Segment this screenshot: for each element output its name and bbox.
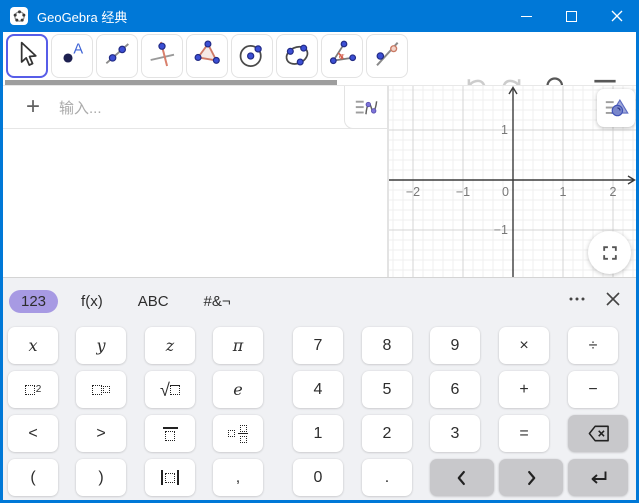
key-3[interactable]: 3	[430, 415, 480, 452]
key-multiply[interactable]: ×	[499, 327, 549, 364]
y-tick-1: 1	[501, 123, 508, 137]
circle-icon	[236, 38, 268, 75]
keyboard-more-button[interactable]	[564, 288, 590, 314]
x-tick--1: −1	[455, 185, 471, 199]
fullscreen-button[interactable]	[588, 231, 631, 274]
key-6[interactable]: 6	[430, 371, 480, 408]
tool-buttons: Aα	[6, 34, 408, 78]
tab-special[interactable]: #&¬	[192, 290, 243, 313]
key-9[interactable]: 9	[430, 327, 480, 364]
perp-icon	[146, 38, 178, 75]
tab-fx[interactable]: f(x)	[69, 290, 115, 313]
close-button[interactable]	[594, 0, 639, 32]
window-title: GeoGebra 经典	[37, 9, 128, 25]
reflect-icon	[371, 38, 403, 75]
key-less-than[interactable]: <	[8, 415, 58, 452]
polygon-tool[interactable]	[186, 34, 228, 78]
key-greater-than[interactable]: >	[76, 415, 126, 452]
key-fraction[interactable]	[145, 415, 195, 452]
conic-tool[interactable]	[276, 34, 318, 78]
key-power[interactable]	[76, 371, 126, 408]
tab-abc[interactable]: ABC	[126, 290, 181, 313]
fullscreen-icon	[602, 245, 617, 260]
close-icon	[611, 10, 622, 22]
algebra-style-icon	[355, 100, 377, 114]
move-icon	[11, 38, 43, 75]
key-z[interactable]: z	[145, 327, 195, 364]
point-tool[interactable]: A	[51, 34, 93, 78]
minimize-icon	[521, 15, 532, 17]
conic-icon	[281, 38, 313, 75]
toolbar: Aα	[3, 32, 636, 100]
key-mixed-number[interactable]	[213, 415, 263, 452]
graphics-style-icon	[605, 98, 629, 116]
x-tick-0: 0	[502, 185, 509, 199]
algebra-view: + 输入...	[3, 86, 389, 277]
x-tick--2: −2	[405, 185, 421, 199]
key-0[interactable]: 0	[293, 459, 343, 496]
angle-tool[interactable]: α	[321, 34, 363, 78]
maximize-button[interactable]	[549, 0, 594, 32]
key-x[interactable]: x	[8, 327, 58, 364]
key-8[interactable]: 8	[362, 327, 412, 364]
key-open-paren[interactable]: (	[8, 459, 58, 496]
y-tick--1: −1	[493, 223, 508, 237]
graphics-view[interactable]: −2 −1 0 1 2 1 −1	[389, 86, 636, 277]
key-comma[interactable]: ,	[213, 459, 263, 496]
circle-tool[interactable]	[231, 34, 273, 78]
key-cursor-left[interactable]	[430, 459, 494, 496]
window-border-left	[0, 32, 3, 503]
key-divide[interactable]: ÷	[568, 327, 618, 364]
key-decimal-point[interactable]: .	[362, 459, 412, 496]
graphics-style-button[interactable]	[597, 89, 635, 127]
add-input-button[interactable]: +	[21, 93, 45, 121]
svg-text:A: A	[73, 41, 83, 57]
x-tick-2: 2	[609, 185, 617, 199]
more-icon	[568, 290, 586, 313]
key-cursor-right[interactable]	[499, 459, 563, 496]
close-keyboard-icon	[605, 291, 621, 312]
input-placeholder[interactable]: 输入...	[59, 97, 102, 118]
algebra-style-button[interactable]	[344, 86, 387, 129]
point-icon: A	[56, 38, 88, 75]
key-5[interactable]: 5	[362, 371, 412, 408]
key-pi[interactable]: π	[213, 327, 263, 364]
reflect-tool[interactable]	[366, 34, 408, 78]
keyboard-close-button[interactable]	[600, 288, 626, 314]
x-tick-1: 1	[559, 185, 567, 199]
key-equals[interactable]: =	[499, 415, 549, 452]
move-tool[interactable]	[6, 34, 48, 78]
title-bar: GeoGebra 经典	[0, 0, 639, 32]
algebra-input-row[interactable]: + 输入...	[3, 86, 387, 129]
key-e[interactable]: e	[213, 371, 263, 408]
line-icon	[101, 38, 133, 75]
key-4[interactable]: 4	[293, 371, 343, 408]
key-close-paren[interactable]: )	[76, 459, 126, 496]
key-enter[interactable]	[568, 459, 628, 496]
key-2[interactable]: 2	[362, 415, 412, 452]
minimize-button[interactable]	[504, 0, 549, 32]
key-square[interactable]: 2	[8, 371, 58, 408]
key-minus[interactable]: −	[568, 371, 618, 408]
key-backspace[interactable]	[568, 415, 628, 452]
polygon-icon	[191, 38, 223, 75]
key-y[interactable]: y	[76, 327, 126, 364]
key-1[interactable]: 1	[293, 415, 343, 452]
angle-icon: α	[326, 38, 358, 75]
key-sqrt[interactable]: √	[145, 371, 195, 408]
key-7[interactable]: 7	[293, 327, 343, 364]
key-plus[interactable]: +	[499, 371, 549, 408]
line-tool[interactable]	[96, 34, 138, 78]
svg-text:α: α	[339, 51, 345, 61]
tab-123[interactable]: 123	[9, 289, 59, 313]
maximize-icon	[566, 10, 577, 22]
perpendicular-line-tool[interactable]	[141, 34, 183, 78]
geogebra-logo-icon	[10, 7, 28, 25]
geogebra-window: GeoGebra 经典 Aα + 输入... −2 −1 0 1 2 1 −1 …	[0, 0, 639, 503]
virtual-keyboard: 123 f(x) ABC #&¬ x y z π 7 8 9 × ÷ 2 √ e 4 5 6 + − < >1 2 3 =(),…	[3, 277, 636, 500]
key-absolute-value[interactable]	[145, 459, 195, 496]
